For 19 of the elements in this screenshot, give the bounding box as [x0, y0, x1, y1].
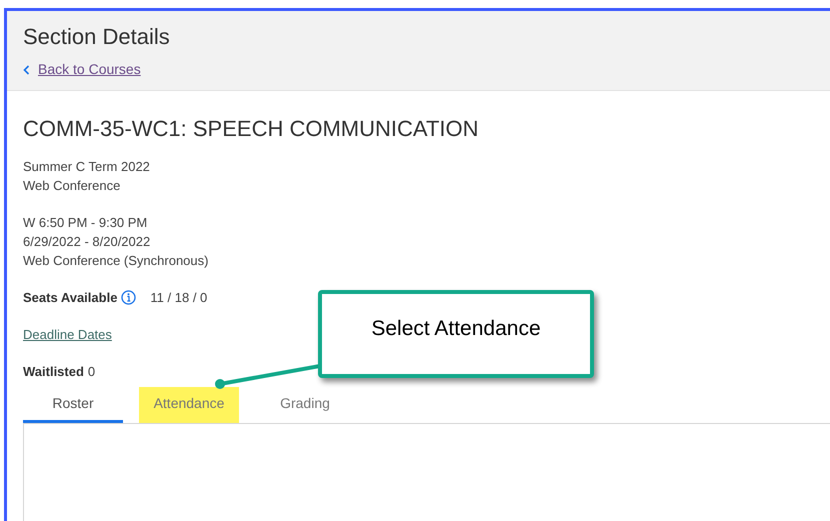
- tab[interactable]: Grading: [255, 387, 355, 423]
- callout-text: Select Attendance: [371, 316, 541, 342]
- term-text: Summer C Term 2022: [23, 158, 150, 176]
- waitlisted-label: Waitlisted: [23, 363, 84, 381]
- schedule-text: W 6:50 PM - 9:30 PM: [23, 214, 148, 232]
- schedule-text: 6/29/2022 - 8/20/2022: [23, 233, 150, 251]
- tab[interactable]: Attendance: [139, 387, 239, 423]
- schedule-text: Web Conference (Synchronous): [23, 252, 208, 270]
- tab[interactable]: Roster: [23, 387, 123, 423]
- section-title: COMM-35-WC1: SPEECH COMMUNICATION: [23, 115, 478, 143]
- info-icon[interactable]: [121, 290, 136, 305]
- seats-value: 11 / 18 / 0: [150, 289, 208, 307]
- waitlisted-value: 0: [88, 363, 96, 381]
- seats-label: Seats Available: [23, 289, 118, 307]
- page-title: Section Details: [23, 23, 170, 51]
- deadline-dates-link[interactable]: Deadline Dates: [23, 325, 112, 344]
- delivery-text: Web Conference: [23, 177, 120, 195]
- back-link[interactable]: Back to Courses: [23, 59, 141, 80]
- chevron-left-icon: [23, 64, 30, 74]
